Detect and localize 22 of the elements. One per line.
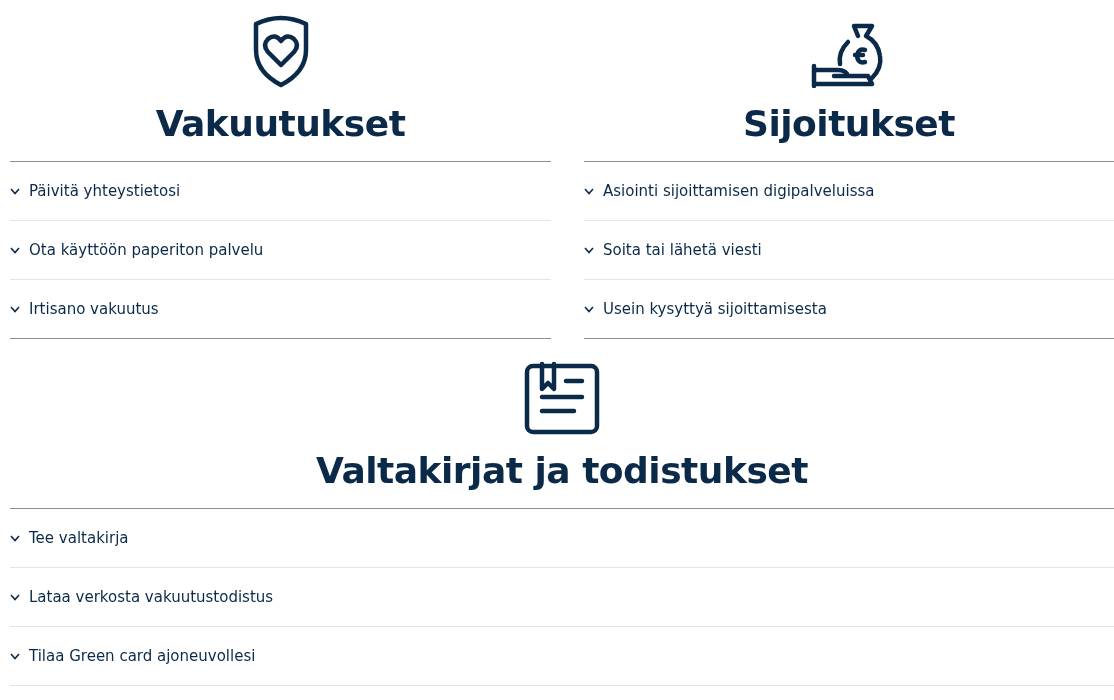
chevron-icon	[584, 305, 594, 313]
chevron-icon	[10, 187, 20, 195]
accordion-item[interactable]: Irtisano vakuutus	[10, 280, 551, 338]
chevron-icon	[10, 593, 20, 601]
section-heading: Valtakirjat ja todistukset	[316, 449, 808, 493]
section-heading: Sijoitukset	[743, 102, 955, 146]
accordion-item[interactable]: Lataa verkosta vakuutustodistus	[10, 568, 1114, 626]
accordion-item[interactable]: Tilaa Green card ajoneuvollesi	[10, 627, 1114, 685]
accordion-item[interactable]: Usein kysyttyä sijoittamisesta	[584, 280, 1114, 338]
chevron-icon	[584, 187, 594, 195]
chevron-icon	[10, 246, 20, 254]
chevron-icon	[10, 652, 20, 660]
accordion-item[interactable]: Soita tai lähetä viesti	[584, 221, 1114, 279]
chevron-icon	[584, 246, 594, 254]
document-bookmark-icon	[524, 361, 600, 435]
accordion-item[interactable]: Asiointi sijoittamisen digipalveluissa	[584, 162, 1114, 220]
accordion-item[interactable]: Ota käyttöön paperiton palvelu	[10, 221, 551, 279]
accordion-item[interactable]: Tee valtakirja	[10, 509, 1114, 567]
chevron-icon	[10, 534, 20, 542]
section-heading: Vakuutukset	[155, 102, 406, 146]
chevron-icon	[10, 305, 20, 313]
accordion-item[interactable]: Päivitä yhteystietosi	[10, 162, 551, 220]
